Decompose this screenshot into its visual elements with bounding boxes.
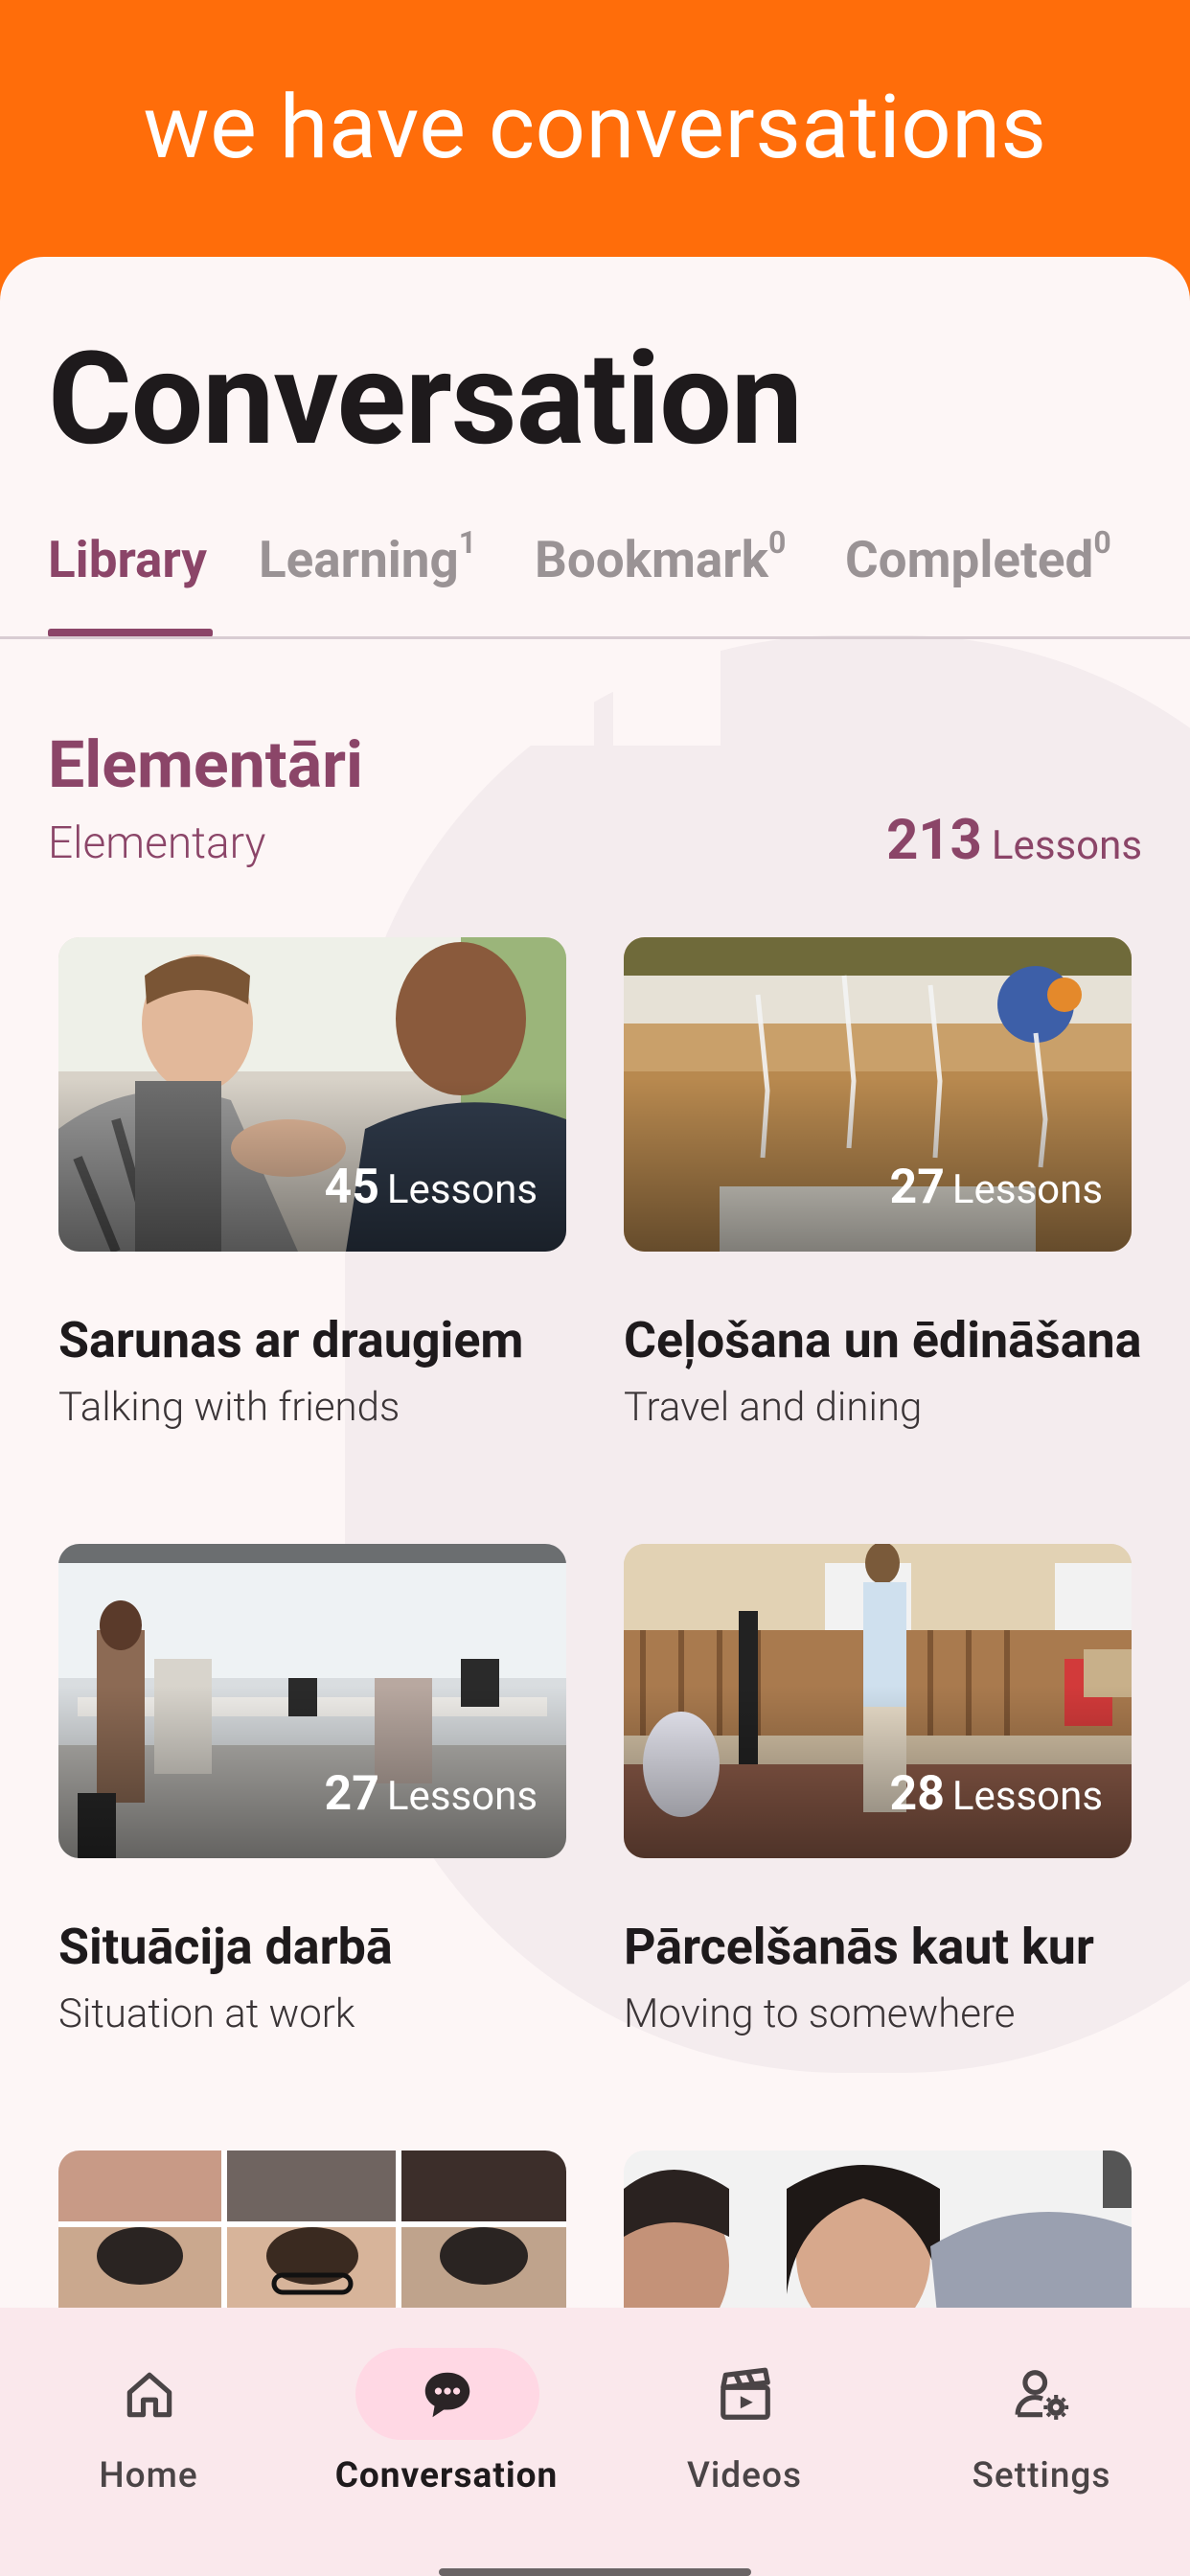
- nav-item-settings[interactable]: Settings: [893, 2308, 1190, 2499]
- tab-label: Learning: [259, 530, 459, 589]
- thumbnail-lesson-count: 27 Lessons: [890, 1160, 1103, 1215]
- count-label: Lessons: [386, 1773, 538, 1820]
- tab-count: 0: [767, 524, 787, 562]
- nav-label: Conversation: [334, 2455, 559, 2496]
- nav-label: Settings: [972, 2455, 1111, 2496]
- nav-item-videos[interactable]: Videos: [596, 2308, 893, 2499]
- user-settings-icon: [1015, 2370, 1069, 2420]
- tabs-divider: [0, 636, 1190, 639]
- tab-count: 1: [458, 524, 477, 562]
- card-title: Situācija darbā: [58, 1918, 393, 1976]
- tab-bar: Library Learning1 Bookmark0 Completed0: [0, 524, 1190, 612]
- nav-item-conversation[interactable]: Conversation: [298, 2308, 595, 2499]
- card-subtitle: Moving to somewhere: [624, 1990, 1016, 2037]
- course-thumbnail: 28 Lessons: [624, 1544, 1132, 1858]
- chat-bubble-icon: [424, 2372, 470, 2418]
- tab-bookmark[interactable]: Bookmark0: [535, 524, 786, 612]
- card-title: Sarunas ar draugiem: [58, 1311, 524, 1369]
- nav-label: Videos: [686, 2455, 803, 2496]
- course-card[interactable]: 27 Lessons Situācija darbā Situation at w…: [58, 1544, 566, 2081]
- count-number: 27: [889, 1160, 945, 1215]
- background-decoration: [487, 642, 594, 746]
- card-title: Pārcelšanās kaut kur: [624, 1918, 1094, 1976]
- background-decoration: [613, 642, 721, 746]
- tab-learning[interactable]: Learning1: [259, 524, 476, 612]
- header-banner: we have conversations: [0, 0, 1190, 278]
- count-label: Lessons: [951, 1166, 1103, 1213]
- section-lesson-count: 213 Lessons: [886, 808, 1142, 873]
- bottom-navigation: Home Conversation Videos Settings: [0, 2308, 1190, 2576]
- tab-count: 0: [1093, 524, 1111, 562]
- page-title: Conversation: [48, 324, 803, 474]
- card-subtitle: Travel and dining: [624, 1384, 923, 1431]
- course-card[interactable]: 45 Lessons Sarunas ar draugiem Talking wi…: [58, 937, 566, 1474]
- course-thumbnail: 45 Lessons: [58, 937, 566, 1252]
- card-title: Ceļošana un ēdināšana: [624, 1311, 1142, 1369]
- home-indicator: [439, 2568, 751, 2576]
- count-number: 27: [324, 1766, 379, 1822]
- tab-label: Completed: [845, 530, 1094, 589]
- section-subtitle: Elementary: [48, 817, 266, 869]
- banner-text: we have conversations: [143, 77, 1047, 179]
- tab-completed[interactable]: Completed0: [845, 524, 1111, 612]
- course-card[interactable]: 27 Lessons Ceļošana un ēdināšana Travel a…: [624, 937, 1141, 1474]
- card-subtitle: Talking with friends: [58, 1384, 400, 1431]
- course-thumbnail: 27 Lessons: [58, 1544, 566, 1858]
- tab-library[interactable]: Library: [48, 530, 207, 612]
- count-number: 45: [324, 1160, 379, 1215]
- section-title: Elementāri: [48, 726, 364, 803]
- card-subtitle: Situation at work: [58, 1990, 355, 2037]
- nav-label: Home: [99, 2455, 198, 2496]
- count-number: 28: [889, 1766, 945, 1822]
- course-thumbnail: 27 Lessons: [624, 937, 1132, 1252]
- background-decoration: [359, 642, 467, 746]
- count-label: Lessons: [386, 1166, 538, 1213]
- tab-label: Bookmark: [535, 530, 768, 589]
- clapperboard-icon: [721, 2367, 770, 2420]
- thumbnail-lesson-count: 28 Lessons: [890, 1766, 1103, 1822]
- content-sheet: Conversation Library Learning1 Bookmark0…: [0, 257, 1190, 2576]
- tab-label: Library: [48, 530, 207, 589]
- thumbnail-lesson-count: 27 Lessons: [325, 1766, 538, 1822]
- nav-item-home[interactable]: Home: [0, 2308, 297, 2499]
- lesson-count-number: 213: [886, 808, 982, 873]
- course-card[interactable]: 28 Lessons Pārcelšanās kaut kur Moving to…: [624, 1544, 1132, 2081]
- count-label: Lessons: [951, 1773, 1103, 1820]
- thumbnail-lesson-count: 45 Lessons: [325, 1160, 538, 1215]
- lesson-count-label: Lessons: [991, 822, 1142, 869]
- home-icon: [126, 2372, 172, 2418]
